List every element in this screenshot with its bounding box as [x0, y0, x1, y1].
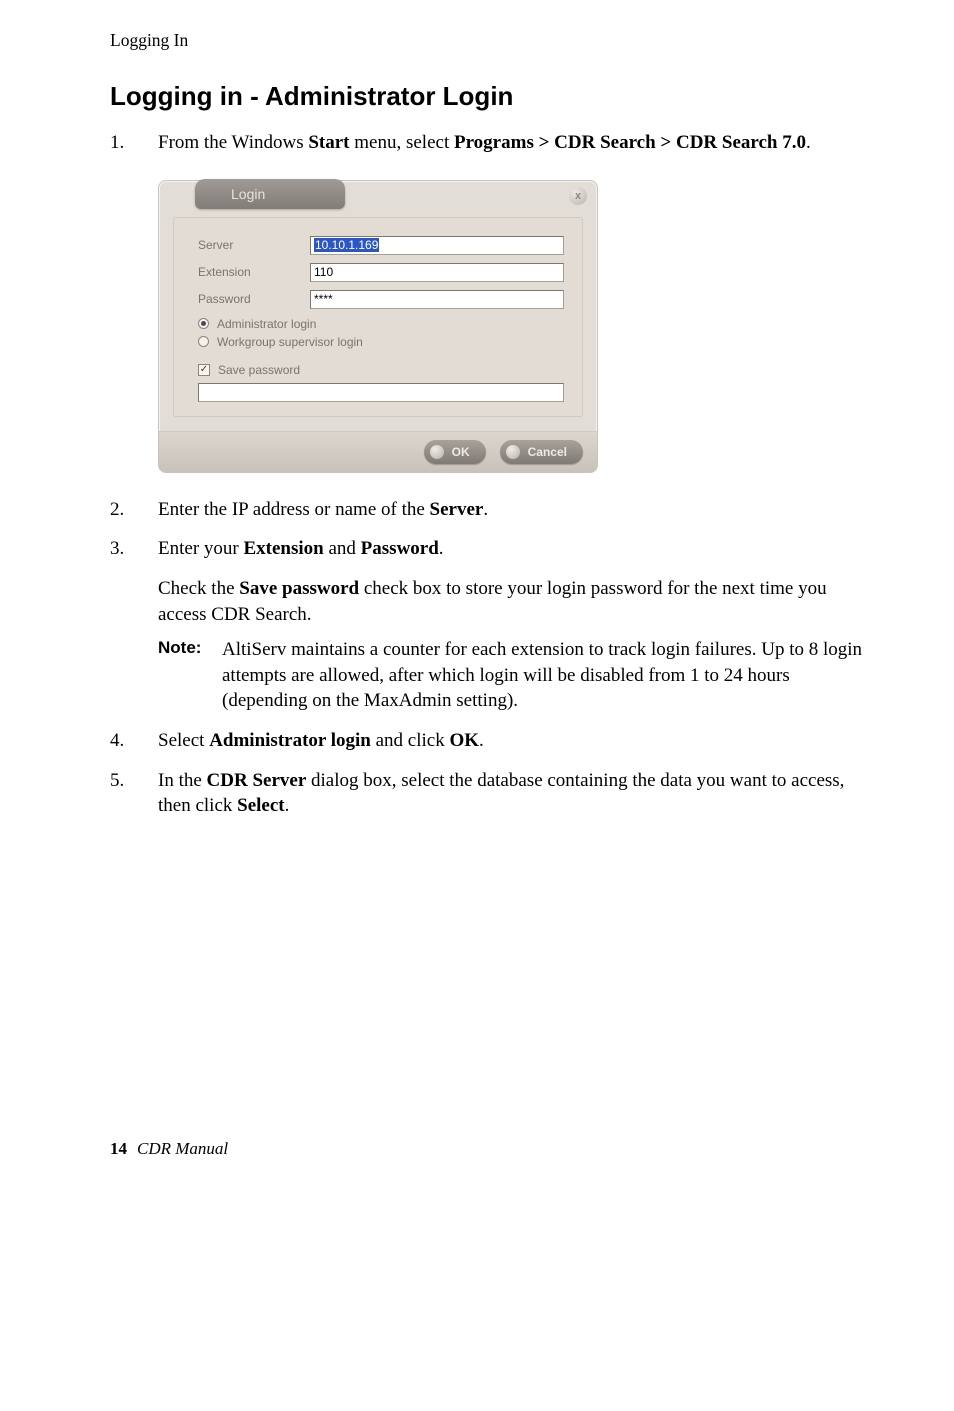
admin-login-radio[interactable]: Administrator login — [198, 317, 564, 331]
step-4-text: Select Administrator login and click OK. — [158, 728, 864, 754]
save-password-bold: Save password — [239, 578, 359, 599]
save-password-label: Save password — [218, 363, 300, 377]
checkbox-icon: ✓ — [198, 364, 210, 376]
radio-icon — [198, 336, 209, 347]
login-dialog: Login x Server 10.10.1.169 Extension 110… — [158, 180, 598, 473]
text: Check the — [158, 578, 239, 599]
save-password-field[interactable] — [198, 383, 564, 402]
step-1-text: From the Windows Start menu, select Prog… — [158, 130, 864, 156]
radio-icon — [198, 318, 209, 329]
extension-bold: Extension — [243, 538, 323, 559]
extension-input[interactable]: 110 — [310, 263, 564, 282]
step-2-number: 2. — [110, 497, 158, 523]
step-2-text: Enter the IP address or name of the Serv… — [158, 497, 864, 523]
note-block: Note: AltiServ maintains a counter for e… — [158, 637, 864, 714]
button-dot-icon — [506, 445, 520, 459]
save-password-checkbox[interactable]: ✓ Save password — [198, 363, 564, 377]
login-form: Server 10.10.1.169 Extension 110 Passwor… — [173, 217, 583, 417]
text: and click — [371, 730, 450, 751]
note-text: AltiServ maintains a counter for each ex… — [222, 637, 864, 714]
step-3-number: 3. — [110, 536, 158, 562]
footer-title: CDR Manual — [137, 1139, 228, 1158]
password-bold: Password — [361, 538, 439, 559]
ok-bold: OK — [449, 730, 479, 751]
server-input[interactable]: 10.10.1.169 — [310, 236, 564, 255]
password-label: Password — [198, 292, 310, 306]
workgroup-login-label: Workgroup supervisor login — [217, 335, 363, 349]
path-bold: Programs > CDR Search > CDR Search 7.0 — [454, 132, 806, 153]
workgroup-login-radio[interactable]: Workgroup supervisor login — [198, 335, 564, 349]
server-label: Server — [198, 238, 310, 252]
start-bold: Start — [308, 132, 349, 153]
step-4-number: 4. — [110, 728, 158, 754]
cancel-label: Cancel — [528, 445, 567, 459]
step-2: 2. Enter the IP address or name of the S… — [110, 497, 864, 523]
cdr-server-bold: CDR Server — [207, 770, 307, 791]
select-bold: Select — [237, 795, 284, 816]
login-title-tab: Login — [195, 179, 345, 209]
admin-login-bold: Administrator login — [209, 730, 371, 751]
step-1: 1. From the Windows Start menu, select P… — [110, 130, 864, 156]
note-label: Note: — [158, 637, 222, 714]
button-dot-icon — [430, 445, 444, 459]
step-4: 4. Select Administrator login and click … — [110, 728, 864, 754]
ok-button[interactable]: OK — [424, 440, 486, 464]
step-5-number: 5. — [110, 768, 158, 819]
server-value: 10.10.1.169 — [314, 238, 379, 252]
running-head: Logging In — [110, 30, 864, 51]
page-number: 14 — [110, 1139, 127, 1158]
step-3-text: Enter your Extension and Password. — [158, 536, 864, 562]
text: Enter the IP address or name of the — [158, 499, 430, 520]
text: . — [483, 499, 488, 520]
page-footer: 14 CDR Manual — [110, 1139, 864, 1159]
text: Select — [158, 730, 209, 751]
extension-label: Extension — [198, 265, 310, 279]
step-5-text: In the CDR Server dialog box, select the… — [158, 768, 864, 819]
section-title: Logging in - Administrator Login — [110, 81, 864, 112]
step-3-substep: Check the Save password check box to sto… — [158, 576, 864, 627]
text: Enter your — [158, 538, 243, 559]
password-input[interactable]: **** — [310, 290, 564, 309]
server-bold: Server — [430, 499, 484, 520]
text: menu, select — [350, 132, 454, 153]
dialog-button-bar: OK Cancel — [159, 431, 597, 472]
step-1-number: 1. — [110, 130, 158, 156]
admin-login-label: Administrator login — [217, 317, 316, 331]
text: . — [439, 538, 444, 559]
text: . — [806, 132, 811, 153]
text: From the Windows — [158, 132, 308, 153]
text: . — [285, 795, 290, 816]
server-row: Server 10.10.1.169 — [198, 236, 564, 255]
text: and — [324, 538, 361, 559]
step-5: 5. In the CDR Server dialog box, select … — [110, 768, 864, 819]
cancel-button[interactable]: Cancel — [500, 440, 583, 464]
text: In the — [158, 770, 207, 791]
step-3: 3. Enter your Extension and Password. — [110, 536, 864, 562]
password-row: Password **** — [198, 290, 564, 309]
text: . — [479, 730, 484, 751]
close-icon[interactable]: x — [569, 187, 587, 205]
extension-row: Extension 110 — [198, 263, 564, 282]
ok-label: OK — [452, 445, 470, 459]
